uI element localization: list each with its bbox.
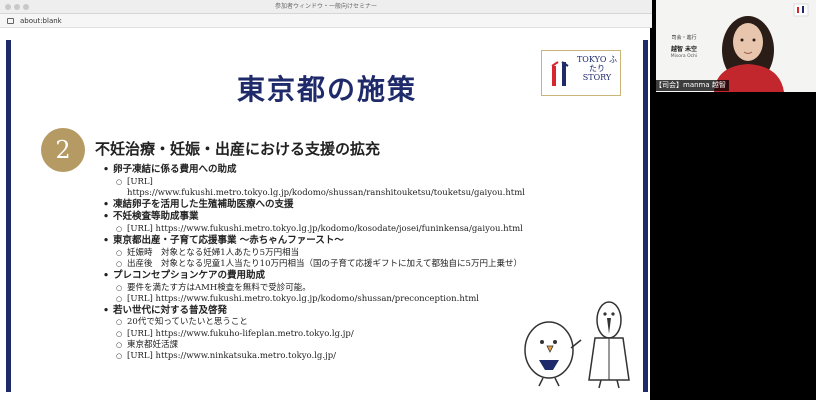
- policy-item: 東京都出産・子育て応援事業 〜赤ちゃんファースト〜: [103, 235, 543, 248]
- policy-url[interactable]: [URL] https://www.ninkatsuka.metro.tokyo…: [103, 351, 543, 362]
- maximize-window-button[interactable]: [23, 4, 29, 10]
- address-text: about:blank: [20, 17, 62, 25]
- policy-item: 凍結卵子を活用した生殖補助医療への支援: [103, 199, 543, 212]
- participant-name-en: Misora Ochi: [670, 54, 698, 59]
- participant-video: 司会・進行 越智 未空 Misora Ochi: [656, 0, 816, 92]
- participant-name-jp: 越智 未空: [670, 46, 698, 53]
- browser-window: 参加者ウィンドウ・一般向けセミナー about:blank 東京都の施策 TOK…: [0, 0, 652, 400]
- policy-url[interactable]: [URL] https://www.fukushi.metro.tokyo.lg…: [103, 224, 543, 235]
- close-window-button[interactable]: [5, 4, 11, 10]
- policy-url[interactable]: [URL] https://www.fukushi.metro.tokyo.lg…: [103, 294, 543, 305]
- policy-item: プレコンセプションケアの費用助成: [103, 270, 543, 283]
- policy-detail: 20代で知っていたいと思うこと: [103, 317, 543, 328]
- logo-mark-icon: [551, 61, 569, 86]
- policy-detail: 要件を満たす方はAMH検査を無料で受診可能。: [103, 283, 543, 294]
- section-title: 不妊治療・妊娠・出産における支援の拡充: [95, 140, 381, 158]
- logo-text: TOKYO ふたり STORY: [576, 55, 618, 83]
- policy-url[interactable]: [URL] https://www.fukushi.metro.tokyo.lg…: [103, 177, 543, 199]
- window-titlebar: 参加者ウィンドウ・一般向けセミナー: [0, 0, 652, 14]
- minimize-window-button[interactable]: [14, 4, 20, 10]
- page-icon: [7, 18, 14, 24]
- window-title: 参加者ウィンドウ・一般向けセミナー: [274, 3, 377, 10]
- policy-detail: 東京都妊活課: [103, 340, 543, 351]
- policy-item: 若い世代に対する普及啓発: [103, 305, 543, 318]
- presentation-slide: 東京都の施策 TOKYO ふたり STORY 2 不妊治療・妊娠・出産における支…: [6, 40, 648, 392]
- policy-url[interactable]: [URL] https://www.fukuho-lifeplan.metro.…: [103, 329, 543, 340]
- participant-name-label: 【司会】manma 越智: [652, 80, 729, 91]
- policy-item: 卵子凍結に係る費用への助成: [103, 164, 543, 177]
- tokyo-futari-story-logo: TOKYO ふたり STORY: [541, 50, 621, 96]
- participant-role: 司会・進行: [671, 35, 697, 41]
- section-number-badge: 2: [41, 128, 85, 172]
- mascot-characters-illustration: [524, 301, 630, 389]
- policy-detail: 出産後 対象となる児童1人当たり10万円相当（国の子育て応援ギフトに加えて都独自…: [103, 259, 543, 270]
- policy-item: 不妊検査等助成事業: [103, 211, 543, 224]
- address-bar[interactable]: about:blank: [0, 14, 652, 28]
- policy-detail: 妊娠時 対象となる妊婦1人あたり5万円相当: [103, 248, 543, 259]
- policy-list: 卵子凍結に係る費用への助成[URL] https://www.fukushi.m…: [103, 164, 543, 362]
